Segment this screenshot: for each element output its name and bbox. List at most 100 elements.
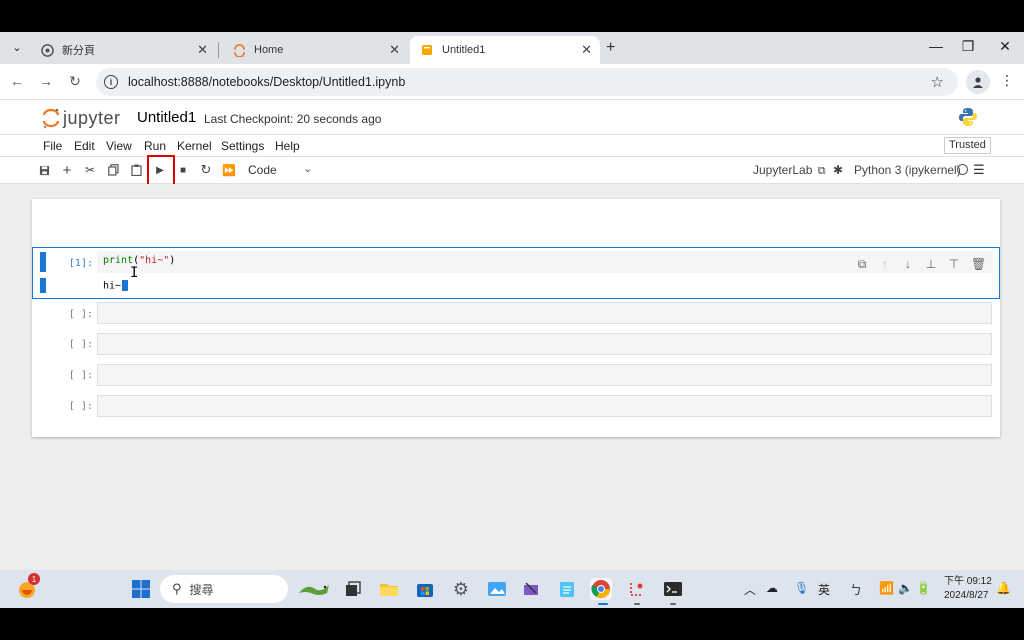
trusted-indicator[interactable]: Trusted — [944, 137, 991, 154]
output-collapser[interactable] — [40, 278, 46, 293]
new-tab-button[interactable]: + — [606, 39, 615, 57]
browser-menu-icon[interactable]: ⋮ — [1000, 72, 1014, 89]
notification-badge: 1 — [28, 573, 40, 585]
maximize-button[interactable]: ❐ — [958, 38, 978, 55]
back-icon[interactable]: ← — [8, 73, 26, 89]
delete-cell-icon[interactable]: 🗑 — [971, 257, 986, 271]
snip-tool-icon[interactable] — [626, 578, 648, 600]
code-editor[interactable] — [97, 333, 992, 355]
profile-icon[interactable] — [966, 70, 990, 94]
running-app-indicator — [670, 603, 676, 605]
tab-label: Home — [254, 44, 284, 56]
start-icon[interactable] — [130, 578, 152, 600]
code-editor[interactable] — [97, 302, 992, 324]
photos-icon[interactable] — [486, 578, 508, 600]
tab-home[interactable]: Home ✕ — [222, 36, 408, 64]
cell-prompt: [ ]: — [68, 339, 93, 350]
code-string: "hi~" — [139, 255, 170, 266]
jupyter-logo-icon — [42, 108, 60, 129]
close-icon[interactable]: ✕ — [197, 42, 208, 58]
move-down-icon[interactable]: ↓ — [901, 257, 915, 271]
python-logo-icon — [959, 108, 977, 126]
site-info-icon[interactable]: i — [104, 75, 118, 89]
chrome-taskbar-icon[interactable] — [590, 578, 612, 600]
close-icon[interactable]: ✕ — [389, 42, 400, 58]
snipping-icon[interactable] — [520, 578, 542, 600]
terminal-icon[interactable] — [662, 578, 684, 600]
notepad-icon[interactable] — [556, 578, 578, 600]
tab-search-icon[interactable]: ⌄ — [8, 38, 26, 56]
minimize-button[interactable]: — — [926, 38, 946, 54]
kernel-name[interactable]: Python 3 (ipykernel) — [854, 163, 961, 177]
cut-icon[interactable]: ✂ — [82, 162, 98, 178]
cell-prompt: [1]: — [68, 258, 93, 269]
jupyter-logo[interactable]: jupyter — [42, 107, 121, 129]
close-window-button[interactable]: ✕ — [995, 38, 1015, 55]
tab-new-page[interactable]: 新分頁 ✕ — [30, 36, 216, 64]
file-explorer-icon[interactable] — [378, 578, 400, 600]
interrupt-kernel-icon[interactable]: ■ — [175, 162, 191, 178]
debugger-icon[interactable]: ✱ — [830, 162, 846, 178]
chevron-down-icon[interactable]: ⌄ — [303, 162, 312, 175]
clock[interactable]: 下午 09:12 2024/8/27 — [944, 575, 992, 603]
menu-settings[interactable]: Settings — [221, 139, 264, 153]
reload-icon[interactable]: ↻ — [66, 73, 84, 90]
menu-edit[interactable]: Edit — [74, 139, 95, 153]
restart-run-all-icon[interactable]: ⏩ — [221, 162, 237, 178]
notebook-title[interactable]: Untitled1 — [137, 109, 196, 126]
menu-run[interactable]: Run — [144, 139, 166, 153]
battery-icon[interactable]: 🔋 — [916, 581, 931, 595]
code-function: print — [103, 255, 134, 266]
settings-gear-icon[interactable]: ⚙ — [450, 578, 472, 600]
move-up-icon[interactable]: ↑ — [878, 257, 892, 271]
code-editor[interactable] — [97, 395, 992, 417]
volume-icon[interactable]: 🔈 — [898, 581, 913, 595]
notification-bell-icon[interactable]: 🔔 — [996, 581, 1011, 595]
menu-kernel[interactable]: Kernel — [177, 139, 212, 153]
show-hidden-icons-icon[interactable]: ︿ — [744, 581, 756, 598]
jupyter-logo-text: jupyter — [63, 107, 121, 128]
taskbar-search-input[interactable]: ⚲ 搜尋 — [160, 575, 288, 603]
dragon-widget-icon[interactable] — [296, 578, 332, 600]
duplicate-cell-icon[interactable]: ⧉ — [855, 257, 869, 272]
menu-help[interactable]: Help — [275, 139, 300, 153]
checkpoint-status: Last Checkpoint: 20 seconds ago — [204, 112, 382, 126]
onedrive-icon[interactable]: ☁ — [766, 581, 778, 595]
menu-view[interactable]: View — [106, 139, 132, 153]
hamburger-menu-icon[interactable]: ☰ — [973, 162, 985, 178]
open-jupyterlab-link[interactable]: JupyterLab ⧉ — [753, 163, 826, 178]
microphone-icon[interactable]: 🎙 — [794, 581, 809, 595]
tab-separator — [218, 42, 219, 58]
code-editor[interactable] — [97, 364, 992, 386]
paste-icon[interactable] — [128, 162, 144, 178]
menu-file[interactable]: File — [43, 139, 62, 153]
cell-prompt: [ ]: — [68, 309, 93, 320]
insert-below-icon[interactable]: ⊤ — [947, 257, 961, 271]
forward-icon[interactable]: → — [37, 73, 55, 89]
ime-mode[interactable]: 英 — [818, 581, 830, 598]
taskbar: 1 ⚲ 搜尋 ⚙ ︿ ☁ 🎙 英 ㄅ 📶 🔈 🔋 下午 09:12 2024/8… — [0, 570, 1024, 608]
address-bar: ← → ↻ i localhost:8888/notebooks/Desktop… — [0, 64, 1024, 100]
task-view-icon[interactable] — [342, 578, 364, 600]
wifi-icon[interactable]: 📶 — [879, 581, 894, 595]
kernel-status-icon — [957, 164, 968, 175]
insert-above-icon[interactable]: ⊥ — [924, 257, 938, 271]
cell-prompt: [ ]: — [68, 401, 93, 412]
cell-type-select[interactable]: Code — [248, 163, 277, 177]
url-input[interactable]: i localhost:8888/notebooks/Desktop/Untit… — [96, 68, 958, 96]
add-cell-icon[interactable]: + — [59, 162, 75, 179]
close-icon[interactable]: ✕ — [581, 42, 592, 58]
running-app-indicator — [634, 603, 640, 605]
chrome-icon — [40, 43, 54, 57]
tab-untitled1[interactable]: Untitled1 ✕ — [410, 36, 600, 64]
copy-icon[interactable] — [105, 162, 121, 178]
input-method-icon[interactable]: ㄅ — [850, 581, 862, 598]
save-icon[interactable] — [36, 162, 52, 178]
menu-bar: File Edit View Run Kernel Settings Help … — [0, 135, 1024, 157]
run-button-highlight — [147, 155, 175, 187]
code-close-paren: ) — [169, 255, 176, 266]
restart-kernel-icon[interactable]: ↻ — [198, 162, 214, 178]
search-icon: ⚲ — [172, 581, 182, 596]
bookmark-star-icon[interactable]: ☆ — [931, 73, 944, 91]
store-icon[interactable] — [414, 578, 436, 600]
